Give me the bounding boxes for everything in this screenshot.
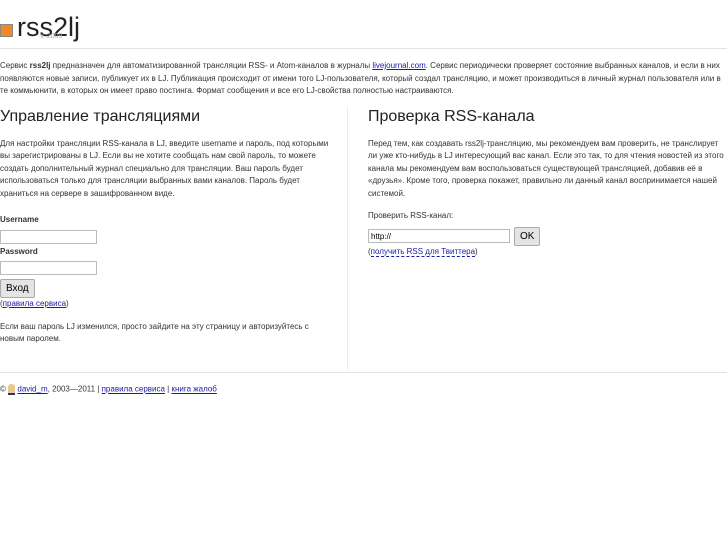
username-input[interactable] [0,229,97,244]
manage-title: Управление трансляциями [0,108,201,125]
password-input[interactable] [0,261,97,275]
rss-url-input[interactable] [368,229,510,243]
username-label: Username [0,215,39,224]
user-icon [8,384,16,395]
version: v. 2009 [40,33,63,40]
check-title: Проверка RSS-канала [368,108,535,125]
manage-section: Управление трансляциями Для настройки тр… [0,108,330,346]
password-label: Password [0,246,38,256]
intro-mid: предназначен для автоматизированной тран… [50,61,373,70]
divider [0,372,727,373]
years: , 2003—2011 | [47,384,102,394]
footer-rules-link[interactable]: правила сервиса [102,385,165,394]
check-section: Проверка RSS-канала Перед тем, как созда… [368,108,726,258]
divider [0,48,727,49]
check-label: Проверить RSS-канал: [368,211,454,220]
twitter-rss-link[interactable]: получить RSS для Твиттера [370,246,476,257]
rules-link[interactable]: правила сервиса [3,299,66,308]
manage-text: Для настройки трансляции RSS-канала в LJ… [0,138,329,198]
footer: © david_m, 2003—2011 | правила сервиса |… [0,384,217,395]
login-button[interactable]: Вход [0,279,35,298]
password-note: Если ваш пароль LJ изменился, просто зай… [0,321,309,344]
check-text: Перед тем, как создавать rss2lj-трансляц… [368,138,724,198]
livejournal-link[interactable]: livejournal.com [372,61,425,70]
ok-button[interactable]: OK [514,226,541,246]
column-divider [347,106,348,370]
intro-before: Сервис [0,61,30,70]
author-link[interactable]: david_m [17,385,47,394]
intro-text: Сервис rss2lj предназначен для автоматиз… [0,60,722,98]
rss-pencil-icon [0,24,13,37]
copyright: © [0,384,6,394]
intro-brand: rss2lj [29,61,51,70]
complaints-link[interactable]: книга жалоб [171,385,216,394]
